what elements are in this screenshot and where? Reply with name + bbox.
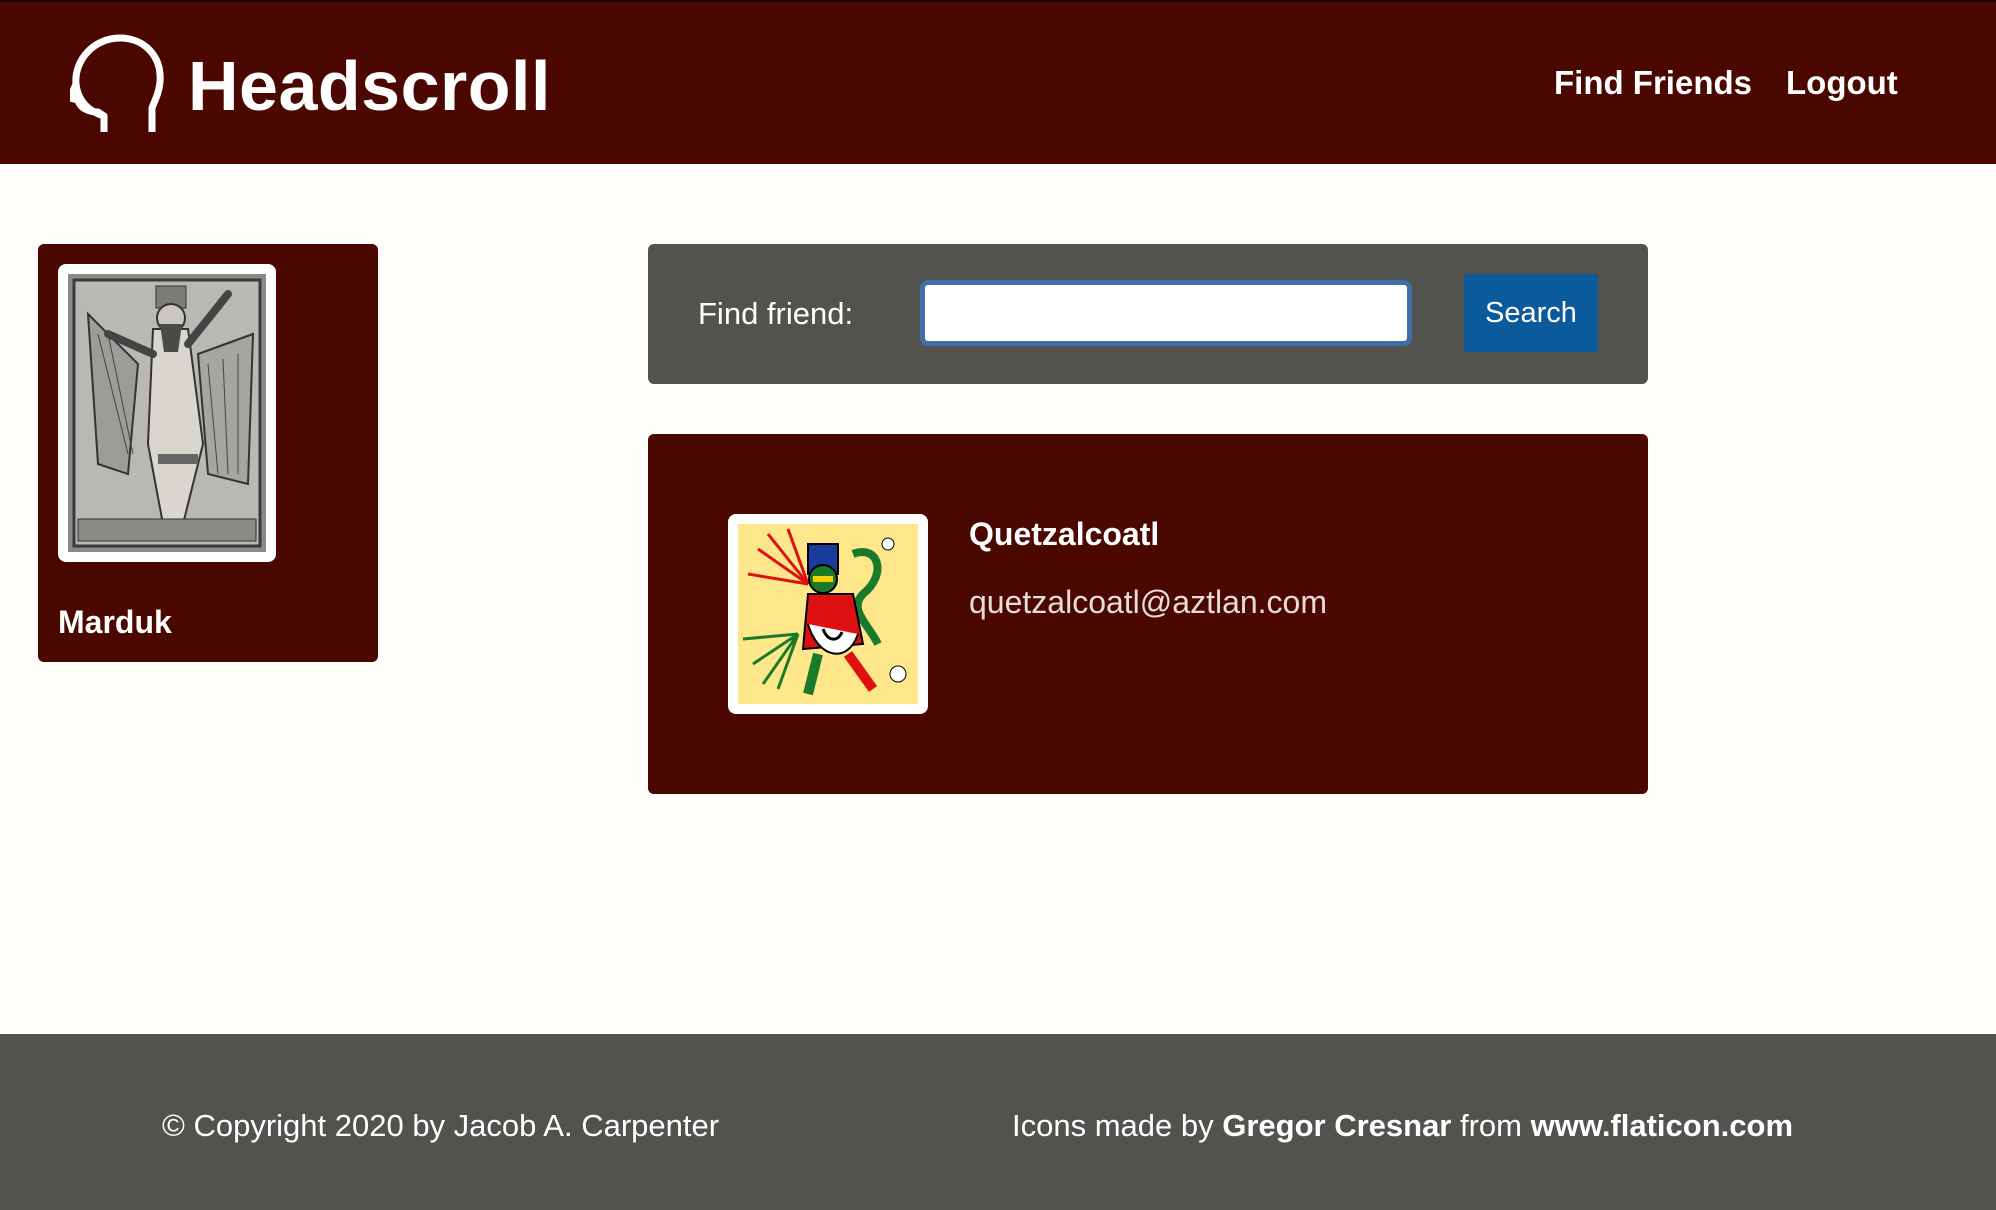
- footer-copyright: © Copyright 2020 by Jacob A. Carpenter: [162, 1108, 720, 1143]
- head-outline-icon[interactable]: [70, 32, 166, 136]
- brand-title[interactable]: Headscroll: [188, 46, 551, 126]
- assyrian-relief-image: [68, 274, 266, 552]
- site-header: Headscroll Find Friends Logout: [0, 0, 1996, 164]
- search-input[interactable]: [920, 280, 1412, 346]
- profile-name[interactable]: Marduk: [58, 604, 172, 641]
- site-footer: © Copyright 2020 by Jacob A. Carpenter I…: [0, 1034, 1996, 1210]
- credit-prefix: Icons made by: [1012, 1108, 1214, 1143]
- credit-site-link[interactable]: www.flaticon.com: [1531, 1108, 1793, 1143]
- search-label: Find friend:: [698, 296, 854, 331]
- profile-photo[interactable]: [58, 264, 276, 562]
- friend-name[interactable]: Quetzalcoatl: [969, 516, 1159, 553]
- credit-author-link[interactable]: Gregor Cresnar: [1222, 1108, 1451, 1143]
- aztec-codex-image: [738, 524, 918, 704]
- credit-mid: from: [1460, 1108, 1522, 1143]
- search-panel: Find friend: Search: [648, 244, 1648, 384]
- nav-find-friends[interactable]: Find Friends: [1554, 64, 1752, 102]
- friend-photo[interactable]: [728, 514, 928, 714]
- friend-result-card: Quetzalcoatl quetzalcoatl@aztlan.com: [648, 434, 1648, 794]
- friend-email: quetzalcoatl@aztlan.com: [969, 584, 1327, 620]
- profile-card: Marduk: [38, 244, 378, 662]
- footer-credit: Icons made by Gregor Cresnar from www.fl…: [1012, 1108, 1793, 1144]
- search-button[interactable]: Search: [1464, 274, 1598, 352]
- nav-logout[interactable]: Logout: [1786, 64, 1898, 102]
